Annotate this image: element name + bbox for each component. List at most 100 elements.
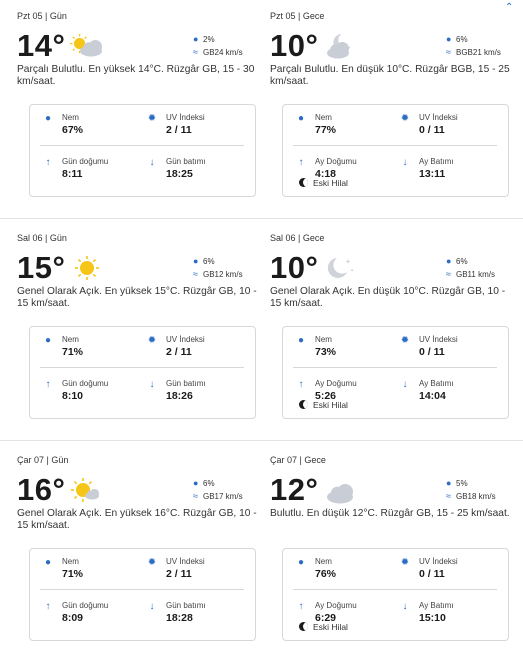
day-forecast-panel: Sal 06 | Gün 15° ● 6% ≈ GB12 km/s Genel Ol… [17, 230, 262, 438]
temperature: 10° [270, 28, 319, 63]
raindrop-icon: ● [193, 256, 199, 266]
set-value: 18:25 [166, 168, 193, 180]
humidity-value: 76% [315, 568, 337, 580]
humidity-drop-icon: ● [297, 335, 305, 346]
night-forecast-panel: Çar 07 | Gece 12° ● 5% ≈ GB18 km/s Bulutlu… [270, 452, 515, 660]
moon-phase-icon [299, 400, 308, 409]
row-divider [0, 218, 523, 219]
wind-value: GB11 km/s [456, 270, 495, 279]
humidity-drop-icon: ● [297, 557, 305, 568]
moonrise-icon: ↑ [298, 379, 304, 390]
precipitation: ● 6% [446, 34, 468, 44]
uv-value: 0 / 11 [419, 568, 445, 580]
night-forecast-panel: Pzt 05 | Gece 10° ● 6% ≈ BGB21 km/s Parçal… [270, 8, 515, 216]
moonset-icon: ↓ [402, 379, 408, 390]
uv-sun-icon: ✹ [400, 335, 410, 346]
rise-label: Ay Doğumu [315, 157, 357, 166]
forecast-description: Genel Olarak Açık. En yüksek 16°C. Rüzgâ… [17, 508, 257, 531]
set-value: 18:28 [166, 612, 193, 624]
humidity-value: 73% [315, 346, 337, 358]
wind-icon: ≈ [446, 269, 451, 279]
wind-value: GB17 km/s [203, 492, 243, 501]
forecast-description: Parçalı Bulutlu. En düşük 10°C. Rüzgâr B… [270, 64, 510, 87]
card-divider [40, 367, 244, 368]
partly-cloudy-moon-icon [323, 32, 359, 62]
cloud-icon [323, 476, 359, 506]
humidity-value: 67% [62, 124, 84, 136]
day-forecast-row: Pzt 05 | Gün 14° ● 2% ≈ GB24 km/s Parçalı … [0, 8, 523, 216]
forecast-description: Parçalı Bulutlu. En yüksek 14°C. Rüzgâr … [17, 64, 255, 87]
row-divider [0, 440, 523, 441]
period-header: Sal 06 | Gece [270, 233, 325, 243]
sunrise-icon: ↑ [45, 157, 51, 168]
moon-stars-icon: ✦ ✦ [323, 254, 359, 284]
rise-label: Gün doğumu [62, 157, 109, 166]
rise-value: 8:10 [62, 390, 84, 402]
set-value: 18:26 [166, 390, 193, 402]
humidity-label: Nem [315, 335, 332, 344]
rise-value: 8:09 [62, 612, 84, 624]
humidity-label: Nem [315, 557, 332, 566]
details-card: ● Nem 67% ✹ UV İndeksi 2 / 11 ↑ Gün doğu… [29, 104, 256, 197]
rise-label: Gün doğumu [62, 601, 109, 610]
set-value: 14:04 [419, 390, 446, 402]
forecast-description: Genel Olarak Açık. En düşük 10°C. Rüzgâr… [270, 286, 506, 309]
precipitation-value: 6% [203, 479, 215, 488]
moon-phase-label: Eski Hilal [313, 400, 348, 410]
precipitation-value: 6% [456, 35, 468, 44]
moon-phase-label: Eski Hilal [313, 178, 348, 188]
set-value: 15:10 [419, 612, 446, 624]
temperature: 10° [270, 250, 319, 285]
humidity-label: Nem [62, 113, 79, 122]
wind-value: GB12 km/s [203, 270, 243, 279]
humidity-drop-icon: ● [44, 113, 52, 124]
rise-label: Ay Doğumu [315, 379, 357, 388]
partly-cloudy-sun-icon [70, 32, 106, 62]
uv-label: UV İndeksi [166, 335, 205, 344]
details-card: ● Nem 76% ✹ UV İndeksi 0 / 11 ↑ Ay Doğum… [282, 548, 509, 641]
wind: ≈ GB11 km/s [446, 269, 495, 279]
temperature: 16° [17, 472, 66, 507]
period-header: Çar 07 | Gece [270, 455, 326, 465]
precipitation: ● 2% [193, 34, 215, 44]
uv-value: 0 / 11 [419, 346, 445, 358]
moonrise-icon: ↑ [298, 157, 304, 168]
period-header: Pzt 05 | Gün [17, 11, 67, 21]
uv-sun-icon: ✹ [147, 113, 157, 124]
rise-label: Gün doğumu [62, 379, 109, 388]
uv-value: 2 / 11 [166, 346, 192, 358]
rise-label: Ay Doğumu [315, 601, 357, 610]
uv-label: UV İndeksi [166, 113, 205, 122]
humidity-value: 71% [62, 346, 84, 358]
humidity-label: Nem [62, 557, 79, 566]
temperature: 14° [17, 28, 66, 63]
details-card: ● Nem 71% ✹ UV İndeksi 2 / 11 ↑ Gün doğu… [29, 326, 256, 419]
uv-value: 2 / 11 [166, 124, 192, 136]
wind: ≈ GB18 km/s [446, 491, 496, 501]
precipitation-value: 6% [203, 257, 215, 266]
precipitation-value: 2% [203, 35, 215, 44]
temperature: 15° [17, 250, 66, 285]
day-forecast-panel: Pzt 05 | Gün 14° ● 2% ≈ GB24 km/s Parçalı … [17, 8, 262, 216]
uv-value: 2 / 11 [166, 568, 192, 580]
uv-sun-icon: ✹ [400, 557, 410, 568]
humidity-drop-icon: ● [44, 557, 52, 568]
wind-value: GB24 km/s [203, 48, 243, 57]
humidity-drop-icon: ● [44, 335, 52, 346]
moon-phase-icon [299, 178, 308, 187]
humidity-label: Nem [62, 335, 79, 344]
uv-sun-icon: ✹ [400, 113, 410, 124]
humidity-drop-icon: ● [297, 113, 305, 124]
wind-icon: ≈ [446, 47, 451, 57]
precipitation-value: 5% [456, 479, 468, 488]
sun-icon [70, 254, 106, 284]
uv-sun-icon: ✹ [147, 335, 157, 346]
uv-value: 0 / 11 [419, 124, 445, 136]
moonset-icon: ↓ [402, 157, 408, 168]
svg-text:✦: ✦ [350, 268, 354, 274]
card-divider [293, 367, 497, 368]
night-forecast-panel: Sal 06 | Gece 10° ✦ ✦ ● 6% ≈ GB11 km/s Gene… [270, 230, 515, 438]
precipitation: ● 6% [193, 256, 215, 266]
sunrise-icon: ↑ [45, 379, 51, 390]
moonrise-icon: ↑ [298, 601, 304, 612]
